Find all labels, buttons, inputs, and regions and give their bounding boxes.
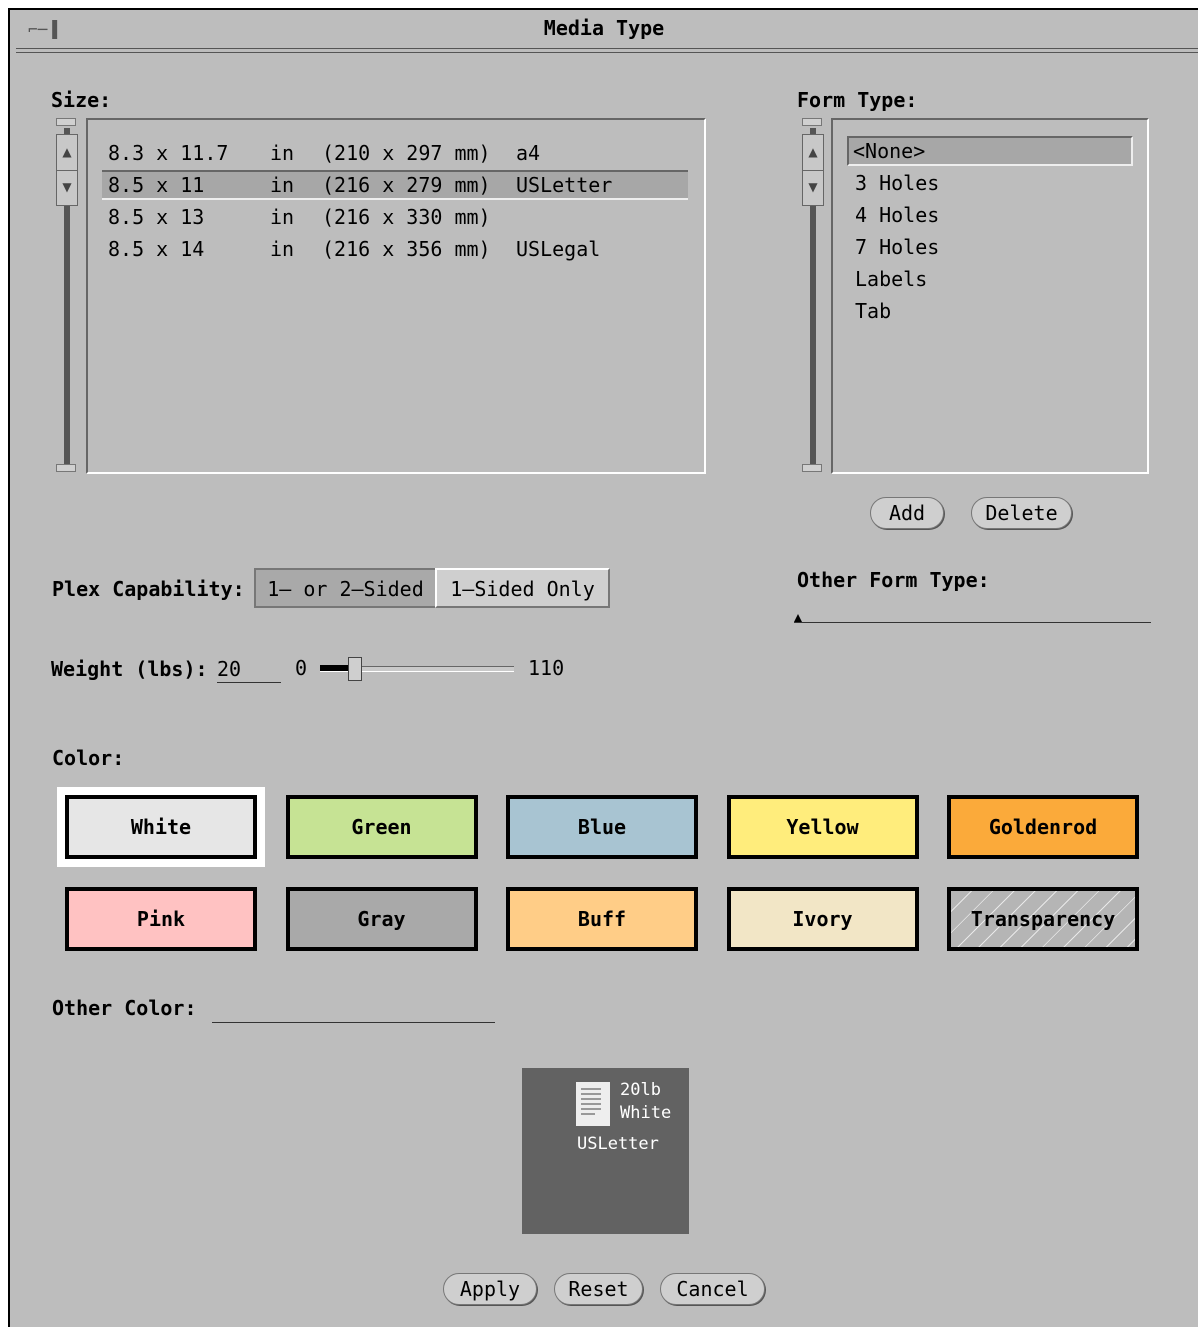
size-mm: (216 x 356 mm): [322, 237, 491, 261]
scroll-up-icon[interactable]: ▲: [803, 135, 823, 171]
cancel-button[interactable]: Cancel: [660, 1273, 765, 1305]
size-row[interactable]: 8.5 x 14 in (216 x 356 mm) USLegal: [102, 234, 662, 264]
size-name: a4: [516, 141, 541, 165]
size-label: Size:: [51, 88, 112, 112]
preview-size: USLetter: [577, 1134, 659, 1154]
weight-max-label: 110: [528, 656, 565, 680]
form-type-scrollbar[interactable]: ▲ ▼: [800, 118, 826, 474]
media-preview: 20lb White USLetter: [522, 1068, 689, 1234]
size-dims: 8.5 x 11: [108, 173, 205, 197]
color-swatch-ivory[interactable]: Ivory: [726, 887, 919, 951]
other-form-type-input[interactable]: [794, 600, 1151, 623]
form-type-item[interactable]: Tab: [855, 296, 891, 326]
plex-capability-label: Plex Capability:: [52, 577, 245, 601]
form-type-list[interactable]: <None> 3 Holes 4 Holes 7 Holes Labels Tab: [831, 118, 1149, 474]
window-title: Media Type: [543, 16, 665, 40]
form-type-item[interactable]: <None>: [847, 136, 1133, 166]
plex-option-both[interactable]: 1– or 2–Sided: [254, 568, 435, 608]
add-button[interactable]: Add: [870, 497, 944, 529]
scroll-down-icon[interactable]: ▼: [57, 170, 77, 205]
plex-option-single[interactable]: 1–Sided Only: [435, 568, 610, 608]
size-unit: in: [270, 141, 295, 165]
delete-button[interactable]: Delete: [971, 497, 1072, 529]
size-scrollbar[interactable]: ▲ ▼: [54, 118, 80, 474]
color-label: Color:: [52, 746, 125, 770]
color-swatch-yellow[interactable]: Yellow: [726, 795, 919, 859]
size-name: USLegal: [516, 237, 601, 261]
preview-weight: 20lb: [620, 1080, 661, 1100]
color-swatch-pink[interactable]: Pink: [65, 887, 257, 951]
scroll-up-icon[interactable]: ▲: [57, 135, 77, 171]
size-unit: in: [270, 173, 295, 197]
apply-button[interactable]: Apply: [443, 1273, 537, 1305]
weight-input[interactable]: 20: [217, 656, 281, 683]
scroll-down-icon[interactable]: ▼: [803, 170, 823, 205]
scroll-elevator[interactable]: ▲ ▼: [802, 134, 824, 206]
size-unit: in: [270, 205, 295, 229]
weight-slider-thumb[interactable]: [348, 657, 363, 681]
color-swatch-gray[interactable]: Gray: [285, 887, 478, 951]
title-bar: ⌐─▐ Media Type: [10, 10, 1198, 53]
size-name: USLetter: [516, 173, 613, 197]
color-swatch-white[interactable]: White: [57, 787, 265, 867]
form-type-item[interactable]: 3 Holes: [855, 168, 939, 198]
color-swatch-green[interactable]: Green: [285, 795, 478, 859]
size-mm: (216 x 279 mm): [322, 173, 491, 197]
size-mm: (210 x 297 mm): [322, 141, 491, 165]
form-type-item[interactable]: Labels: [855, 264, 927, 294]
reset-button[interactable]: Reset: [554, 1273, 643, 1305]
form-type-label: Form Type:: [797, 88, 918, 112]
document-icon: [576, 1082, 610, 1126]
other-color-label: Other Color:: [52, 996, 197, 1020]
size-dims: 8.5 x 14: [108, 237, 205, 261]
text-caret-icon: [794, 614, 802, 622]
size-dims: 8.3 x 11.7: [108, 141, 229, 165]
size-row[interactable]: 8.5 x 13 in (216 x 330 mm): [102, 202, 662, 232]
size-list[interactable]: 8.3 x 11.7 in (210 x 297 mm) a4 8.5 x 11 in (2…: [86, 118, 706, 474]
form-type-item[interactable]: 4 Holes: [855, 200, 939, 230]
other-color-input[interactable]: [212, 998, 495, 1023]
size-mm: (216 x 330 mm): [322, 205, 491, 229]
weight-label: Weight (lbs):: [51, 657, 208, 681]
size-dims: 8.5 x 13: [108, 205, 205, 229]
color-swatch-buff[interactable]: Buff: [506, 887, 698, 951]
size-row[interactable]: 8.5 x 11 in (216 x 279 mm) USLetter: [102, 170, 688, 200]
color-swatch-goldenrod[interactable]: Goldenrod: [947, 795, 1139, 859]
color-swatch-blue[interactable]: Blue: [506, 795, 698, 859]
form-type-item[interactable]: 7 Holes: [855, 232, 939, 262]
size-row[interactable]: 8.3 x 11.7 in (210 x 297 mm) a4: [102, 138, 662, 168]
other-form-type-label: Other Form Type:: [797, 568, 990, 592]
scroll-elevator[interactable]: ▲ ▼: [56, 134, 78, 206]
weight-min-label: 0: [295, 656, 308, 680]
size-unit: in: [270, 237, 295, 261]
color-swatch-transparency[interactable]: Transparency: [947, 887, 1139, 951]
preview-color: White: [620, 1103, 672, 1123]
